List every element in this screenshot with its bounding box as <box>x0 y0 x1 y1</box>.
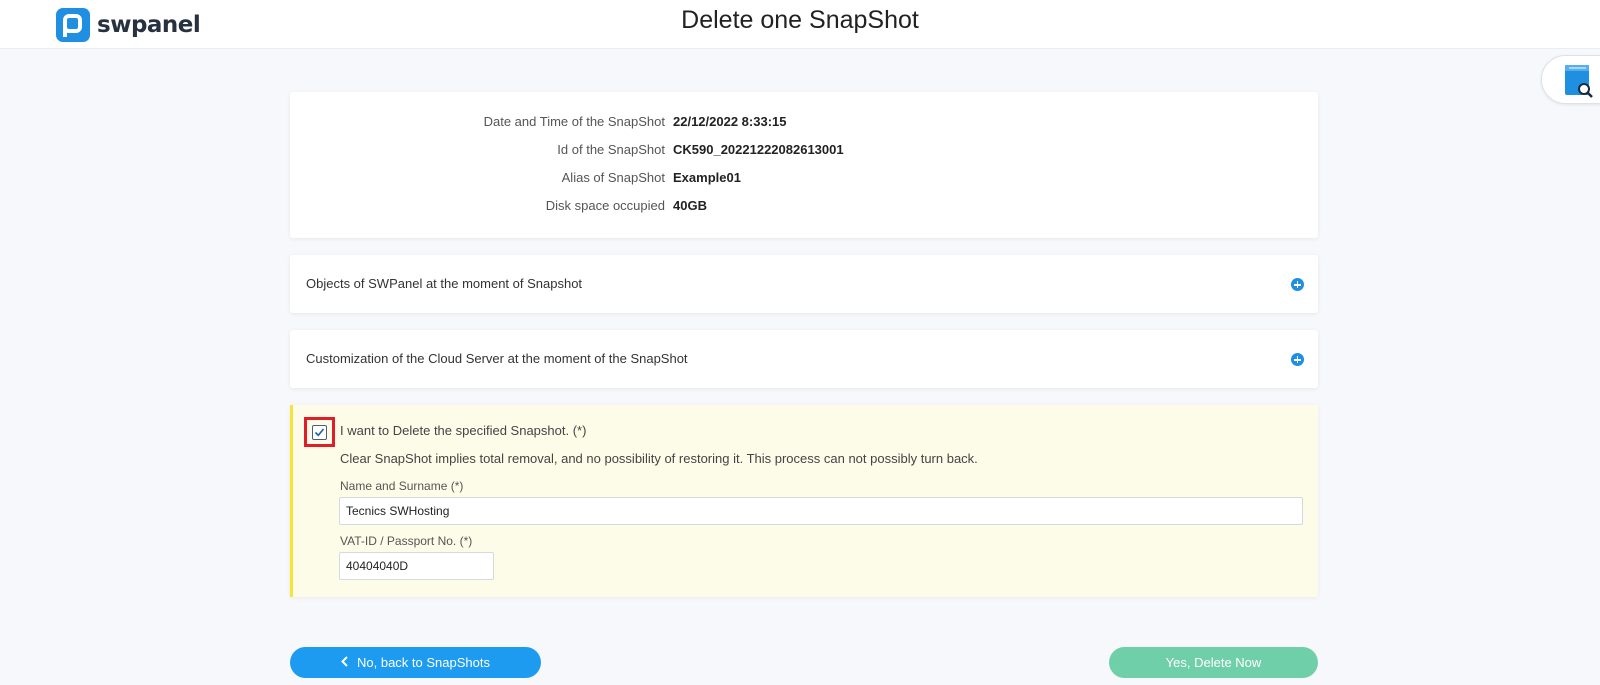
info-row-disk-space: Disk space occupied 40GB <box>290 198 1318 218</box>
back-to-snapshots-button[interactable]: No, back to SnapShots <box>290 647 541 678</box>
confirm-delete-checkbox[interactable] <box>312 425 327 440</box>
name-surname-input[interactable] <box>339 497 1303 525</box>
name-surname-label: Name and Surname (*) <box>340 479 464 493</box>
chevron-left-icon <box>341 655 348 670</box>
accordion-title: Customization of the Cloud Server at the… <box>306 351 688 366</box>
delete-confirmation-panel: I want to Delete the specified Snapshot.… <box>290 405 1318 597</box>
info-value: CK590_20221222082613001 <box>673 142 844 157</box>
top-bar: swpanel Delete one SnapShot <box>0 0 1600 49</box>
back-button-label: No, back to SnapShots <box>357 655 490 670</box>
info-label: Disk space occupied <box>545 198 665 213</box>
book-search-icon <box>1565 65 1593 98</box>
vat-id-input[interactable] <box>339 552 494 580</box>
vat-id-label: VAT-ID / Passport No. (*) <box>340 534 473 548</box>
accordion-title: Objects of SWPanel at the moment of Snap… <box>306 276 583 291</box>
checkmark-icon <box>314 428 325 437</box>
confirm-delete-label[interactable]: I want to Delete the specified Snapshot.… <box>340 423 586 438</box>
plus-circle-icon[interactable] <box>1291 353 1304 366</box>
info-value: Example01 <box>673 170 741 185</box>
info-row-alias: Alias of SnapShot Example01 <box>290 170 1318 190</box>
page-title: Delete one SnapShot <box>681 6 919 34</box>
info-value: 22/12/2022 8:33:15 <box>673 114 787 129</box>
info-value: 40GB <box>673 198 707 213</box>
snapshot-info-card: Date and Time of the SnapShot 22/12/2022… <box>290 92 1318 238</box>
info-row-date: Date and Time of the SnapShot 22/12/2022… <box>290 114 1318 134</box>
info-label: Alias of SnapShot <box>561 170 665 185</box>
plus-circle-icon[interactable] <box>1291 278 1304 291</box>
delete-warning-text: Clear SnapShot implies total removal, an… <box>340 451 978 466</box>
delete-now-button[interactable]: Yes, Delete Now <box>1109 647 1318 678</box>
info-label: Date and Time of the SnapShot <box>483 114 665 129</box>
info-label: Id of the SnapShot <box>557 142 665 157</box>
accordion-swpanel-objects[interactable]: Objects of SWPanel at the moment of Snap… <box>290 255 1318 313</box>
delete-button-label: Yes, Delete Now <box>1165 655 1262 670</box>
help-docs-button[interactable] <box>1541 55 1600 104</box>
info-row-id: Id of the SnapShot CK590_202212220826130… <box>290 142 1318 162</box>
accordion-cloud-customization[interactable]: Customization of the Cloud Server at the… <box>290 330 1318 388</box>
